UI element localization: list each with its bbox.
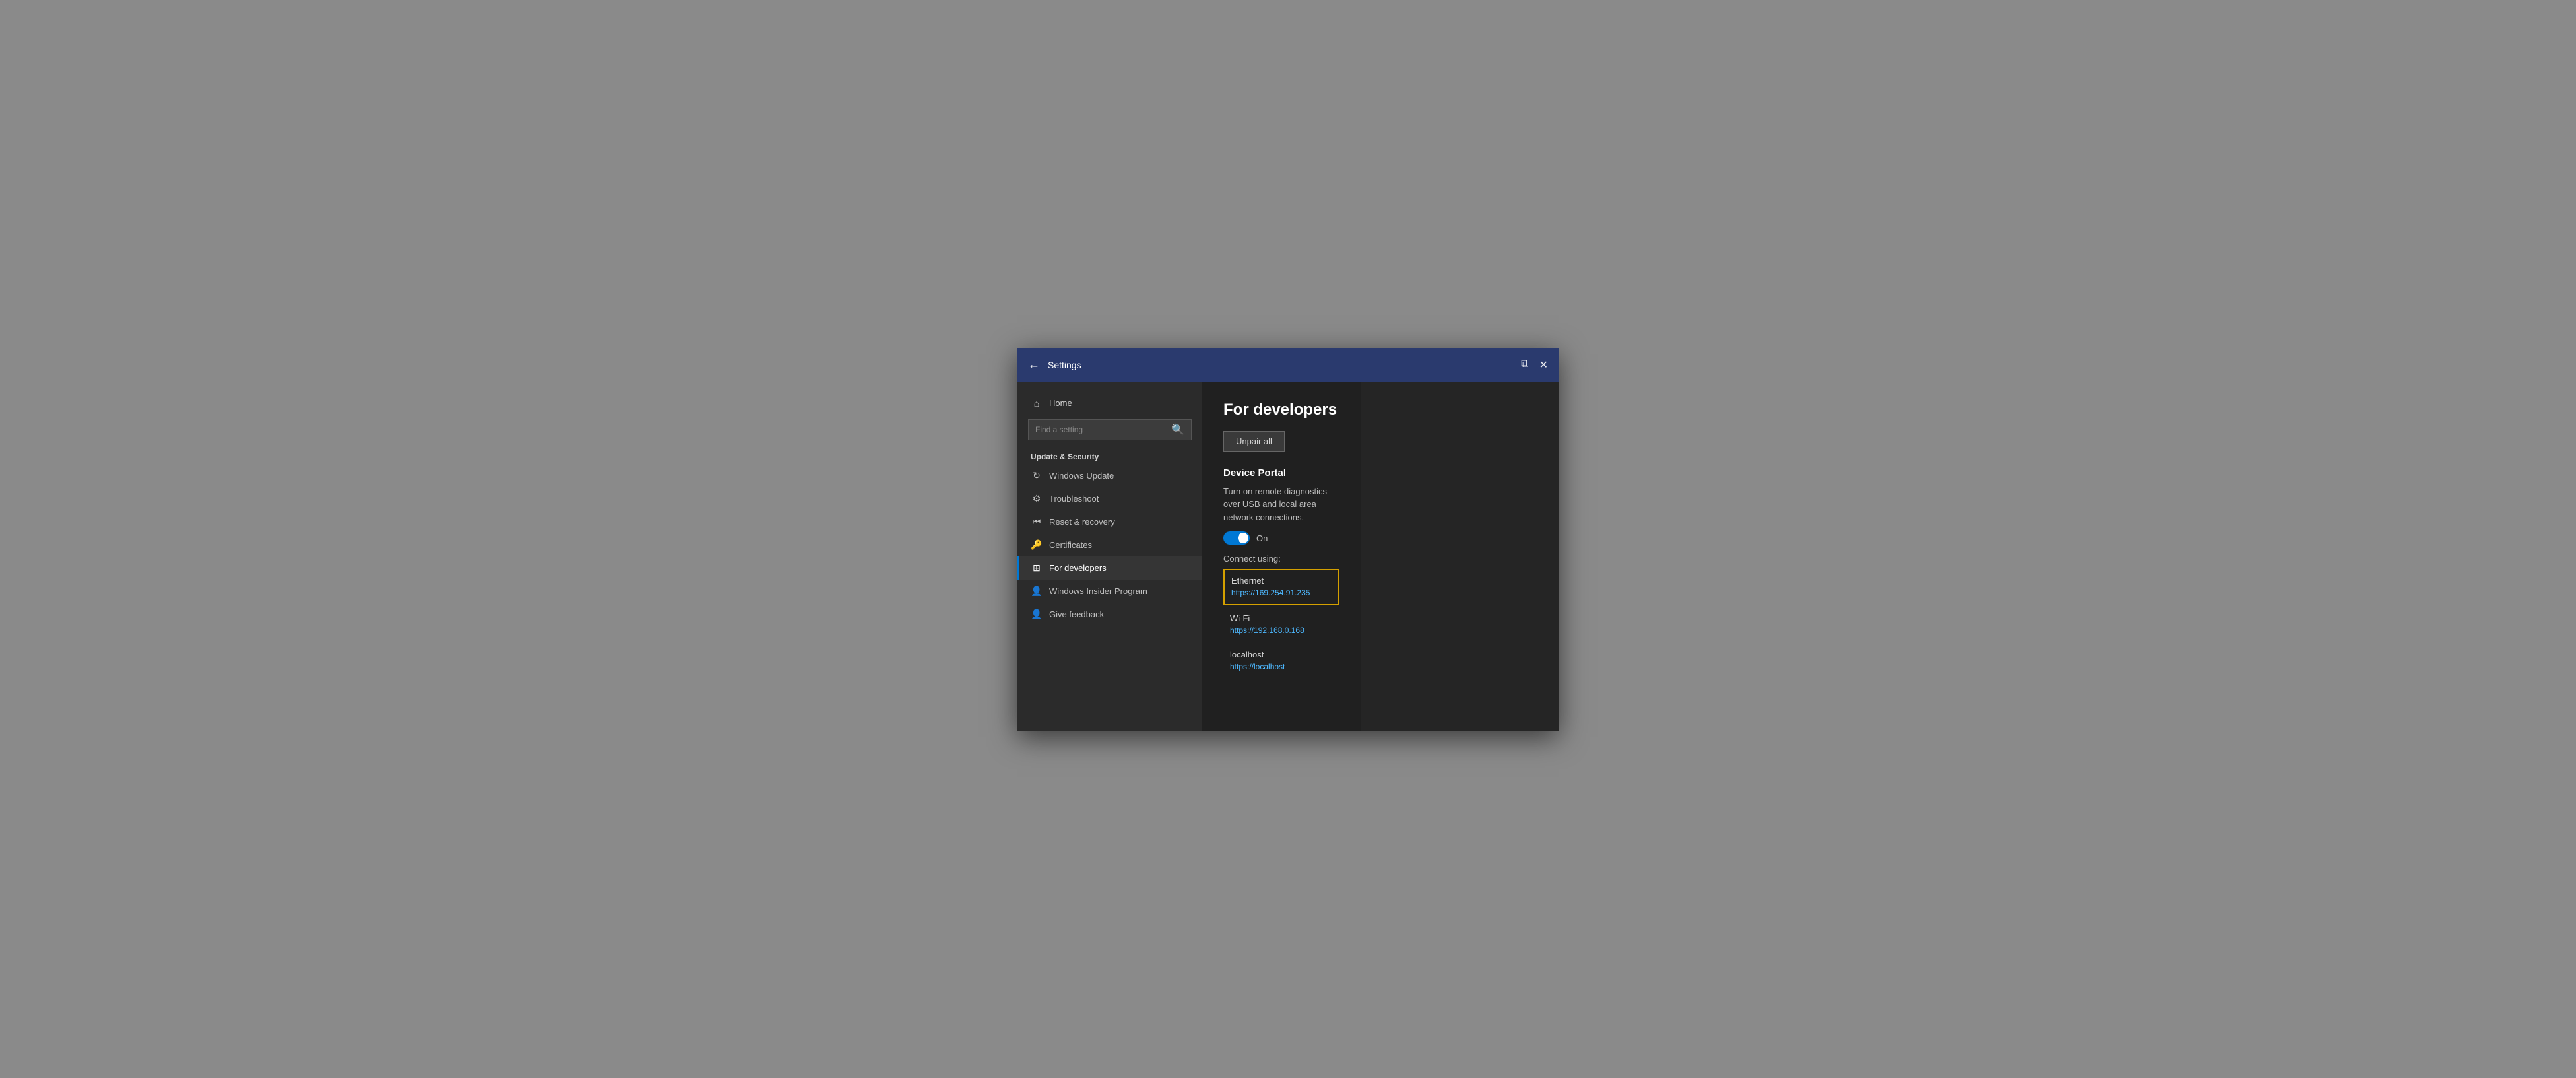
sidebar-item-label: For developers <box>1049 563 1107 573</box>
sidebar: ⌂ Home 🔍 Update & Security ↻ Windows Upd… <box>1017 382 1202 731</box>
right-panel <box>1361 382 1559 731</box>
connection-name-localhost: localhost <box>1230 650 1333 659</box>
troubleshoot-icon: ⚙ <box>1031 493 1043 504</box>
page-title: For developers <box>1223 401 1339 419</box>
search-input[interactable] <box>1035 425 1166 434</box>
sidebar-item-label: Give feedback <box>1049 609 1104 619</box>
toggle-row: On <box>1223 531 1339 545</box>
sidebar-item-reset-recovery[interactable]: ⏮ Reset & recovery <box>1017 510 1202 533</box>
connection-item-localhost[interactable]: localhost https://localhost <box>1223 644 1339 678</box>
sidebar-item-for-developers[interactable]: ⊞ For developers <box>1017 556 1202 580</box>
reset-icon: ⏮ <box>1031 516 1043 527</box>
insider-icon: 👤 <box>1031 586 1043 597</box>
back-button[interactable]: ← <box>1028 358 1040 372</box>
window-body: ⌂ Home 🔍 Update & Security ↻ Windows Upd… <box>1017 382 1559 731</box>
toggle-state-label: On <box>1256 533 1268 543</box>
settings-window: ← Settings ⧉ ✕ ⌂ Home 🔍 Update & Securit… <box>1017 348 1559 731</box>
connection-url-ethernet[interactable]: https://169.254.91.235 <box>1231 588 1310 597</box>
sidebar-item-windows-insider[interactable]: 👤 Windows Insider Program <box>1017 580 1202 603</box>
sidebar-item-certificates[interactable]: 🔑 Certificates <box>1017 533 1202 556</box>
connection-name-wifi: Wi-Fi <box>1230 613 1333 623</box>
sidebar-item-label: Certificates <box>1049 540 1092 550</box>
device-portal-title: Device Portal <box>1223 467 1339 479</box>
window-controls: ⧉ ✕ <box>1521 358 1548 372</box>
certificates-icon: 🔑 <box>1031 539 1043 551</box>
toggle-knob <box>1238 533 1248 543</box>
sidebar-item-label: Reset & recovery <box>1049 517 1115 527</box>
sidebar-item-troubleshoot[interactable]: ⚙ Troubleshoot <box>1017 487 1202 510</box>
sidebar-item-home[interactable]: ⌂ Home <box>1017 393 1202 414</box>
connection-item-wifi[interactable]: Wi-Fi https://192.168.0.168 <box>1223 608 1339 642</box>
search-box[interactable]: 🔍 <box>1028 419 1192 440</box>
sidebar-home-label: Home <box>1049 398 1072 408</box>
window-title: Settings <box>1048 360 1521 370</box>
titlebar: ← Settings ⧉ ✕ <box>1017 348 1559 382</box>
device-portal-toggle[interactable] <box>1223 531 1250 545</box>
close-icon[interactable]: ✕ <box>1539 358 1548 372</box>
device-portal-description: Turn on remote diagnostics over USB and … <box>1223 485 1339 524</box>
search-icon: 🔍 <box>1171 423 1184 436</box>
connection-item-ethernet[interactable]: Ethernet https://169.254.91.235 <box>1223 569 1339 605</box>
main-content: For developers Unpair all Device Portal … <box>1202 382 1361 731</box>
connection-name-ethernet: Ethernet <box>1231 576 1332 586</box>
sidebar-section-title: Update & Security <box>1017 448 1202 464</box>
connection-url-localhost[interactable]: https://localhost <box>1230 662 1285 671</box>
connect-using-label: Connect using: <box>1223 554 1339 564</box>
home-icon: ⌂ <box>1031 398 1043 409</box>
unpair-all-button[interactable]: Unpair all <box>1223 431 1285 452</box>
back-icon: ← <box>1028 358 1040 372</box>
sidebar-item-give-feedback[interactable]: 👤 Give feedback <box>1017 603 1202 626</box>
feedback-icon: 👤 <box>1031 609 1043 620</box>
sidebar-item-label: Troubleshoot <box>1049 494 1099 504</box>
sidebar-item-label: Windows Update <box>1049 471 1114 481</box>
sidebar-item-label: Windows Insider Program <box>1049 586 1147 596</box>
windows-update-icon: ↻ <box>1031 470 1043 481</box>
developers-icon: ⊞ <box>1031 562 1043 574</box>
sidebar-item-windows-update[interactable]: ↻ Windows Update <box>1017 464 1202 487</box>
connection-url-wifi[interactable]: https://192.168.0.168 <box>1230 626 1304 635</box>
snap-icon[interactable]: ⧉ <box>1521 358 1528 372</box>
